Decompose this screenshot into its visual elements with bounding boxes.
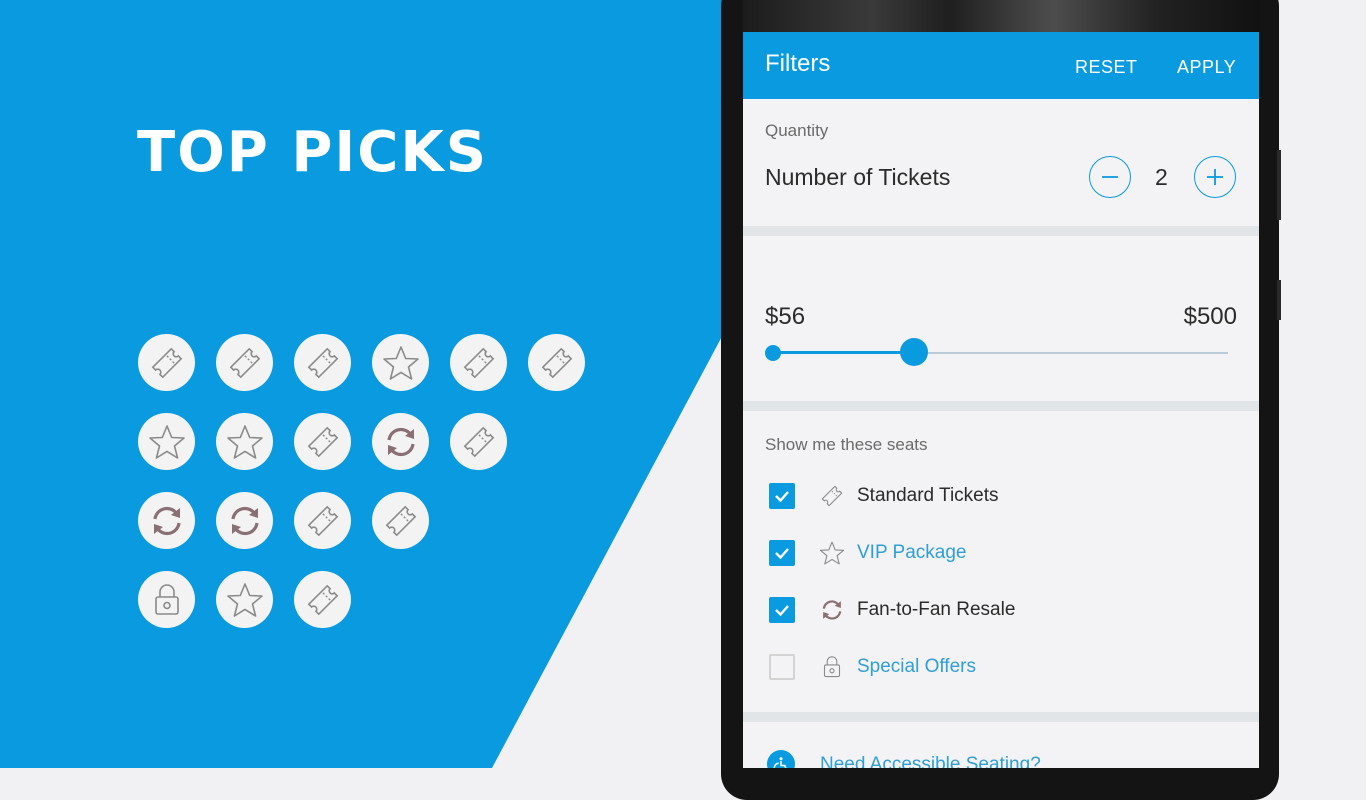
phone-side-button xyxy=(1277,150,1281,220)
promo-icon-circle xyxy=(294,413,351,470)
section-divider xyxy=(743,712,1259,722)
promo-icon-circle xyxy=(528,334,585,391)
seat-option-row[interactable]: Standard Tickets xyxy=(743,477,1259,517)
promo-icon-circle xyxy=(216,492,273,549)
event-photo xyxy=(743,0,1259,32)
promo-icon-circle xyxy=(450,334,507,391)
resale-icon xyxy=(223,499,267,543)
checkbox-unchecked[interactable] xyxy=(769,654,795,680)
resale-icon xyxy=(817,595,847,625)
number-of-tickets-label: Number of Tickets xyxy=(765,164,951,190)
ticket-icon xyxy=(457,341,501,385)
page-title: Filters xyxy=(765,50,831,77)
ticket-icon xyxy=(145,341,189,385)
price-slider-max-handle[interactable] xyxy=(900,338,929,366)
minus-icon xyxy=(1102,176,1118,178)
promo-icon-circle xyxy=(216,334,273,391)
promo-icon-circle xyxy=(138,571,195,628)
promo-icon-circle xyxy=(450,413,507,470)
ticket-icon xyxy=(301,341,345,385)
promo-icon-circle xyxy=(138,334,195,391)
phone-side-button xyxy=(1277,280,1281,320)
ticket-icon xyxy=(535,341,579,385)
check-icon xyxy=(775,548,789,560)
promo-icon-circle xyxy=(216,413,273,470)
star-icon xyxy=(145,420,189,464)
ticket-icon xyxy=(457,420,501,464)
ticket-icon xyxy=(301,578,345,622)
increment-button[interactable] xyxy=(1194,156,1236,198)
star-icon xyxy=(223,420,267,464)
accessibility-icon xyxy=(767,750,795,768)
accessible-seating-link[interactable]: Need Accessible Seating? xyxy=(820,754,1041,768)
apply-button[interactable]: APPLY xyxy=(1177,57,1236,78)
ticket-icon xyxy=(301,499,345,543)
star-icon xyxy=(379,341,423,385)
promo-icon-circle xyxy=(138,492,195,549)
seat-option-row[interactable]: Special Offers xyxy=(743,648,1259,688)
seat-option-row[interactable]: Fan-to-Fan Resale xyxy=(743,591,1259,631)
ticket-icon xyxy=(379,499,423,543)
price-min-label: $56 xyxy=(765,303,806,330)
check-icon xyxy=(775,491,789,503)
section-divider xyxy=(743,401,1259,411)
seat-option-row[interactable]: VIP Package xyxy=(743,534,1259,574)
lock-icon xyxy=(817,652,847,682)
filters-screen: Filters RESET APPLY Quantity Number of T… xyxy=(743,32,1259,768)
checkbox-checked[interactable] xyxy=(769,483,795,509)
ticket-icon xyxy=(223,341,267,385)
promo-icon-circle xyxy=(294,492,351,549)
seats-section-label: Show me these seats xyxy=(765,435,928,454)
promo-icon-grid xyxy=(138,334,608,634)
checkbox-checked[interactable] xyxy=(769,597,795,623)
seat-option-label: VIP Package xyxy=(857,542,967,563)
seat-option-label: Standard Tickets xyxy=(857,485,999,506)
check-icon xyxy=(775,605,789,617)
price-slider-fill xyxy=(773,351,915,354)
promo-headline: TOP PICKS xyxy=(137,120,489,185)
promo-icon-circle xyxy=(294,571,351,628)
lock-icon xyxy=(145,578,189,622)
seat-option-label: Fan-to-Fan Resale xyxy=(857,599,1016,620)
quantity-section-label: Quantity xyxy=(765,121,829,140)
promo-icon-circle xyxy=(372,492,429,549)
seat-option-label: Special Offers xyxy=(857,656,976,677)
section-divider xyxy=(743,226,1259,236)
plus-icon xyxy=(1207,169,1223,185)
ticket-icon xyxy=(301,420,345,464)
promo-icon-circle xyxy=(138,413,195,470)
resale-icon xyxy=(379,420,423,464)
star-icon xyxy=(817,538,847,568)
promo-icon-circle xyxy=(372,413,429,470)
ticket-quantity-value: 2 xyxy=(1155,164,1168,190)
promo-icon-circle xyxy=(294,334,351,391)
app-bar: Filters RESET APPLY xyxy=(743,32,1259,99)
decrement-button[interactable] xyxy=(1089,156,1131,198)
promo-icon-circle xyxy=(372,334,429,391)
resale-icon xyxy=(145,499,189,543)
price-max-label: $500 xyxy=(1183,303,1237,330)
ticket-icon xyxy=(817,481,847,511)
promo-icon-circle xyxy=(216,571,273,628)
checkbox-checked[interactable] xyxy=(769,540,795,566)
star-icon xyxy=(223,578,267,622)
price-slider-min-handle[interactable] xyxy=(765,345,781,361)
reset-button[interactable]: RESET xyxy=(1075,57,1138,78)
